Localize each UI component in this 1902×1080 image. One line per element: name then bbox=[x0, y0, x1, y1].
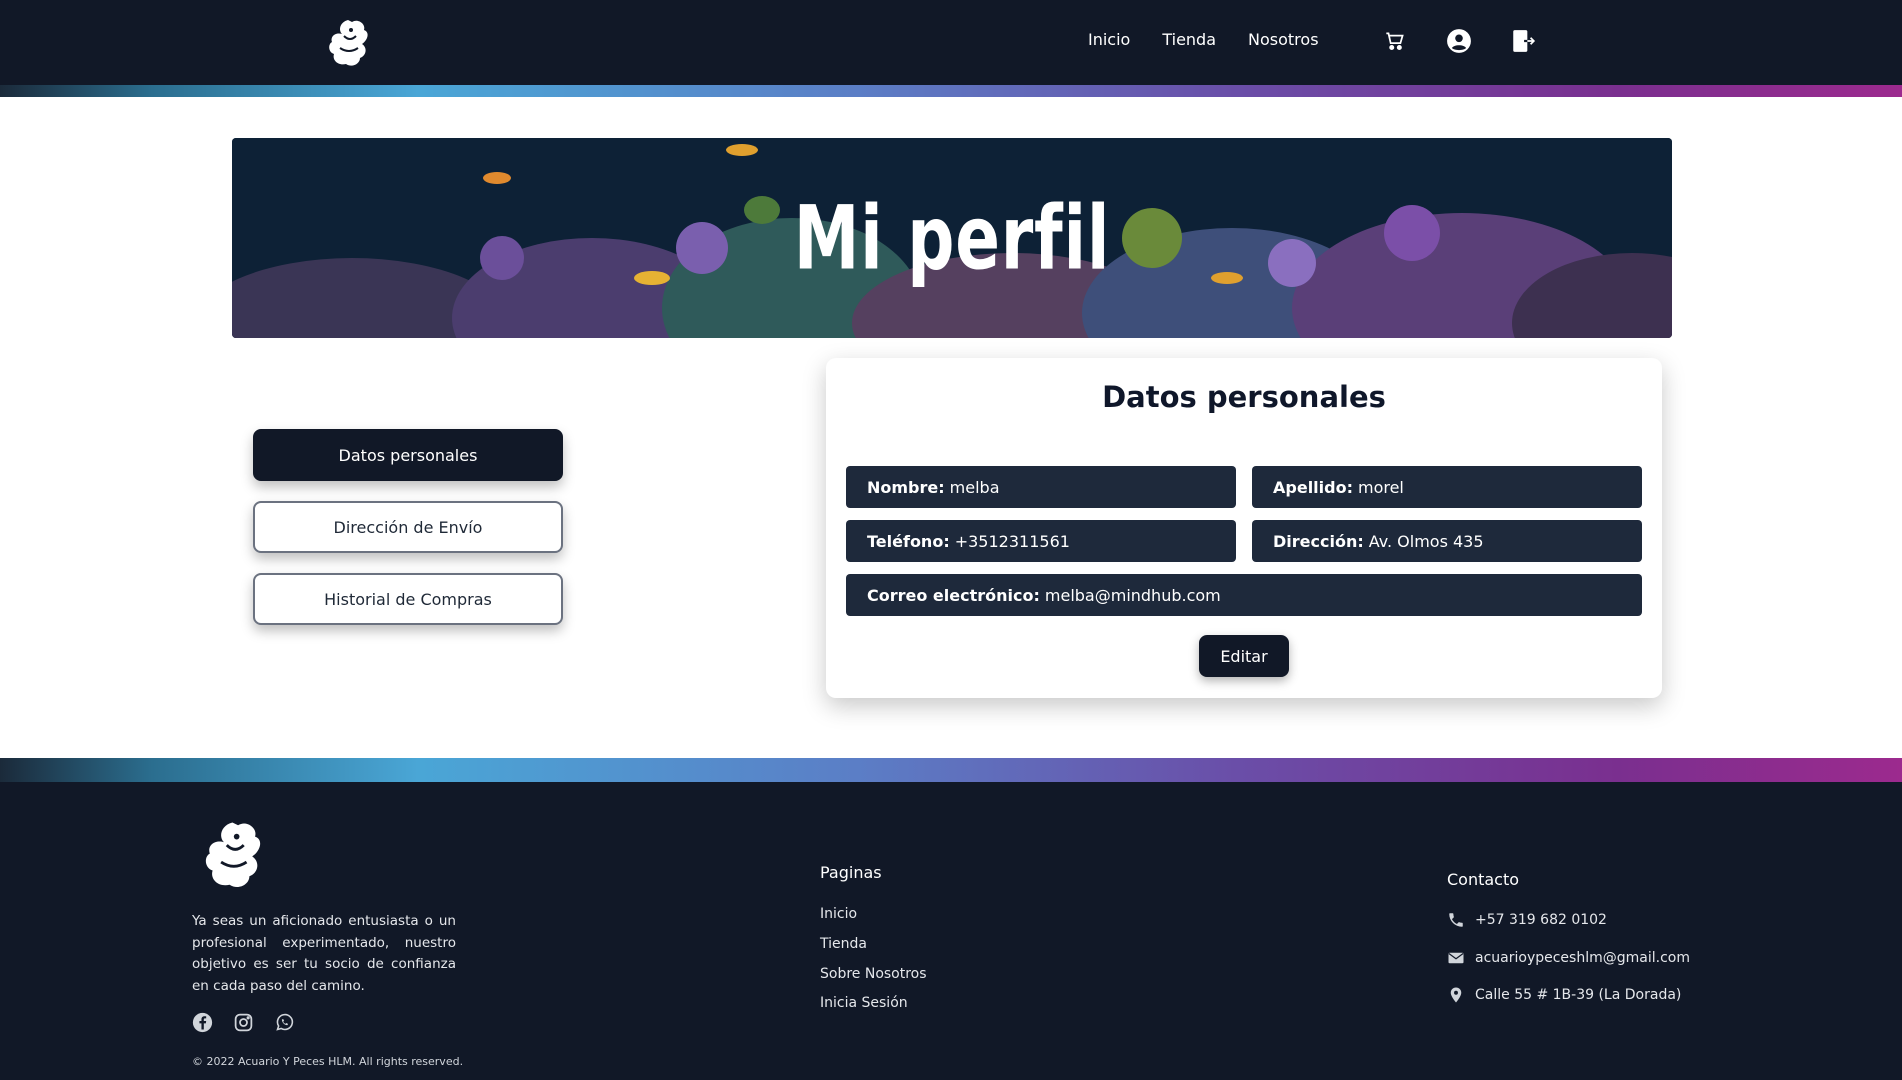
whatsapp-icon[interactable] bbox=[274, 1012, 295, 1033]
tab-direccion-envio[interactable]: Dirección de Envío bbox=[253, 501, 563, 553]
main-nav: Inicio Tienda Nosotros bbox=[1088, 30, 1319, 49]
phone-icon bbox=[1447, 911, 1465, 929]
page-title: Mi perfil bbox=[793, 186, 1111, 290]
profile-banner: Mi perfil bbox=[232, 138, 1672, 338]
header-actions bbox=[1382, 28, 1536, 54]
logout-icon[interactable] bbox=[1510, 28, 1536, 54]
contact-email-text[interactable]: acuarioypeceshlm@gmail.com bbox=[1475, 950, 1690, 966]
cart-icon[interactable] bbox=[1382, 28, 1408, 54]
tab-historial-compras[interactable]: Historial de Compras bbox=[253, 573, 563, 625]
header-gradient-bar bbox=[0, 85, 1902, 97]
footer-link-tienda[interactable]: Tienda bbox=[820, 936, 867, 952]
site-footer: Ya seas un aficionado entusiasta o un pr… bbox=[0, 758, 1902, 1080]
personal-data-card: Datos personales Nombre: melba Apellido:… bbox=[826, 358, 1662, 698]
contact-address-text: Calle 55 # 1B-39 (La Dorada) bbox=[1475, 987, 1682, 1003]
social-links bbox=[192, 1012, 295, 1033]
footer-description: Ya seas un aficionado entusiasta o un pr… bbox=[192, 913, 456, 994]
footer-logo-icon bbox=[190, 814, 272, 896]
field-correo: Correo electrónico: melba@mindhub.com bbox=[846, 574, 1642, 616]
field-label: Nombre: bbox=[867, 477, 945, 497]
field-value: +3512311561 bbox=[954, 531, 1070, 551]
mail-icon bbox=[1447, 949, 1465, 967]
copyright-text: © 2022 Acuario Y Peces HLM. All rights r… bbox=[192, 1055, 464, 1068]
nav-link-inicio[interactable]: Inicio bbox=[1088, 30, 1130, 49]
field-value: morel bbox=[1357, 477, 1404, 497]
field-label: Dirección: bbox=[1273, 531, 1364, 551]
contact-phone: +57 319 682 0102 bbox=[1447, 911, 1607, 929]
field-apellido: Apellido: morel bbox=[1252, 466, 1642, 508]
card-title: Datos personales bbox=[1102, 380, 1386, 414]
facebook-icon[interactable] bbox=[192, 1012, 213, 1033]
tab-datos-personales[interactable]: Datos personales bbox=[253, 429, 563, 481]
nav-link-nosotros[interactable]: Nosotros bbox=[1248, 30, 1319, 49]
field-telefono: Teléfono: +3512311561 bbox=[846, 520, 1236, 562]
top-navbar: Inicio Tienda Nosotros bbox=[0, 0, 1902, 97]
footer-link-inicio[interactable]: Inicio bbox=[820, 906, 857, 922]
field-direccion: Dirección: Av. Olmos 435 bbox=[1252, 520, 1642, 562]
pages-column-title: Paginas bbox=[820, 863, 882, 882]
location-pin-icon bbox=[1447, 986, 1465, 1004]
footer-link-inicia-sesion[interactable]: Inicia Sesión bbox=[820, 995, 908, 1011]
brand-logo-icon[interactable] bbox=[318, 14, 376, 72]
field-label: Apellido: bbox=[1273, 477, 1353, 497]
contact-column-title: Contacto bbox=[1447, 870, 1520, 889]
field-label: Teléfono: bbox=[867, 531, 950, 551]
field-value: melba@mindhub.com bbox=[1044, 585, 1221, 605]
field-value: Av. Olmos 435 bbox=[1368, 531, 1484, 551]
field-nombre: Nombre: melba bbox=[846, 466, 1236, 508]
contact-email: acuarioypeceshlm@gmail.com bbox=[1447, 949, 1690, 967]
user-circle-icon[interactable] bbox=[1446, 28, 1472, 54]
nav-link-tienda[interactable]: Tienda bbox=[1162, 30, 1216, 49]
footer-link-sobre-nosotros[interactable]: Sobre Nosotros bbox=[820, 966, 927, 982]
contact-phone-text: +57 319 682 0102 bbox=[1475, 912, 1607, 928]
contact-address: Calle 55 # 1B-39 (La Dorada) bbox=[1447, 986, 1681, 1004]
footer-gradient-bar bbox=[0, 758, 1902, 782]
instagram-icon[interactable] bbox=[233, 1012, 254, 1033]
field-label: Correo electrónico: bbox=[867, 585, 1040, 605]
edit-button[interactable]: Editar bbox=[1199, 635, 1289, 677]
field-value: melba bbox=[949, 477, 1000, 497]
